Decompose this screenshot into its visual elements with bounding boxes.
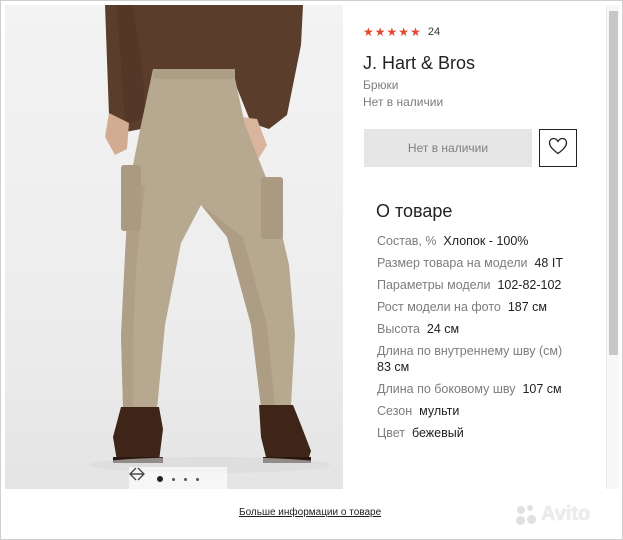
spec-label: Цвет [377, 426, 406, 440]
product-category: Брюки [363, 78, 399, 92]
product-card: ★ ★ ★ ★ ★ 24 J. Hart & Bros Брюки Нет в нали… [0, 0, 623, 540]
heart-icon [548, 137, 568, 160]
spec-value: 83 см [377, 360, 410, 374]
spec-row: Состав, % Хлопок - 100% [377, 233, 577, 249]
star-icon: ★ [398, 25, 410, 39]
spec-label: Размер товара на модели [377, 256, 528, 270]
product-image-illustration [90, 5, 330, 473]
spec-row: Высота 24 см [377, 321, 577, 337]
star-icon: ★ [363, 25, 374, 39]
scrollbar[interactable] [606, 5, 619, 489]
arrow-right-icon[interactable] [130, 467, 223, 487]
spec-row: Параметры модели 102-82-102 [377, 277, 577, 293]
spec-value: бежевый [411, 426, 464, 440]
carousel-dots [157, 476, 199, 482]
rating: ★ ★ ★ ★ ★ 24 [363, 26, 440, 38]
brand-name[interactable]: J. Hart & Bros [363, 53, 475, 74]
star-icon: ★ [374, 25, 386, 39]
more-info-link[interactable]: Больше информации о товаре [239, 507, 381, 518]
carousel-dot[interactable] [196, 477, 199, 481]
spec-row: Длина по боковому шву 107 см [377, 381, 577, 397]
avito-logo-icon [515, 504, 537, 526]
carousel-dot[interactable] [184, 477, 187, 481]
spec-value: 187 см [507, 300, 548, 314]
image-carousel-controls [129, 467, 227, 489]
carousel-dot[interactable] [157, 476, 163, 482]
rating-count[interactable]: 24 [428, 26, 440, 38]
carousel-dot[interactable] [172, 477, 175, 481]
spec-label: Рост модели на фото [377, 300, 501, 314]
spec-label: Параметры модели [377, 278, 491, 292]
favorite-button[interactable] [539, 129, 577, 167]
spec-value: мульти [419, 404, 460, 418]
spec-label: Состав, % [377, 234, 437, 248]
avito-watermark: Avito [515, 503, 590, 526]
spec-value: Хлопок - 100% [443, 234, 529, 248]
product-photo[interactable] [5, 5, 343, 489]
spec-value: 107 см [522, 382, 562, 396]
star-icon: ★ [410, 25, 421, 39]
spec-value: 102-82-102 [497, 278, 562, 292]
about-section-title: О товаре [376, 201, 453, 221]
spec-label: Сезон [377, 404, 413, 418]
spec-label: Высота [377, 322, 420, 336]
spec-row: Сезон мульти [377, 403, 577, 419]
spec-row: Размер товара на модели 48 IT [377, 255, 577, 271]
watermark-text: Avito [541, 503, 591, 525]
spec-list: Состав, % Хлопок - 100% Размер товара на … [377, 233, 577, 447]
spec-value: 48 IT [534, 256, 563, 270]
spec-label: Длина по боковому шву [377, 382, 516, 396]
spec-value: 24 см [426, 322, 460, 336]
out-of-stock-button[interactable]: Нет в наличии [364, 129, 532, 167]
product-info-panel: ★ ★ ★ ★ ★ 24 J. Hart & Bros Брюки Нет в нали… [344, 5, 606, 489]
spec-row: Длина по внутреннему шву (см) 83 см [377, 343, 577, 375]
spec-label: Длина по внутреннему шву (см) [377, 344, 563, 358]
availability-status: Нет в наличии [363, 95, 444, 109]
rating-stars: ★ ★ ★ ★ ★ [363, 26, 421, 38]
star-icon: ★ [386, 25, 398, 39]
scrollbar-thumb[interactable] [609, 11, 618, 355]
spec-row: Цвет бежевый [377, 425, 577, 441]
spec-row: Рост модели на фото 187 см [377, 299, 577, 315]
